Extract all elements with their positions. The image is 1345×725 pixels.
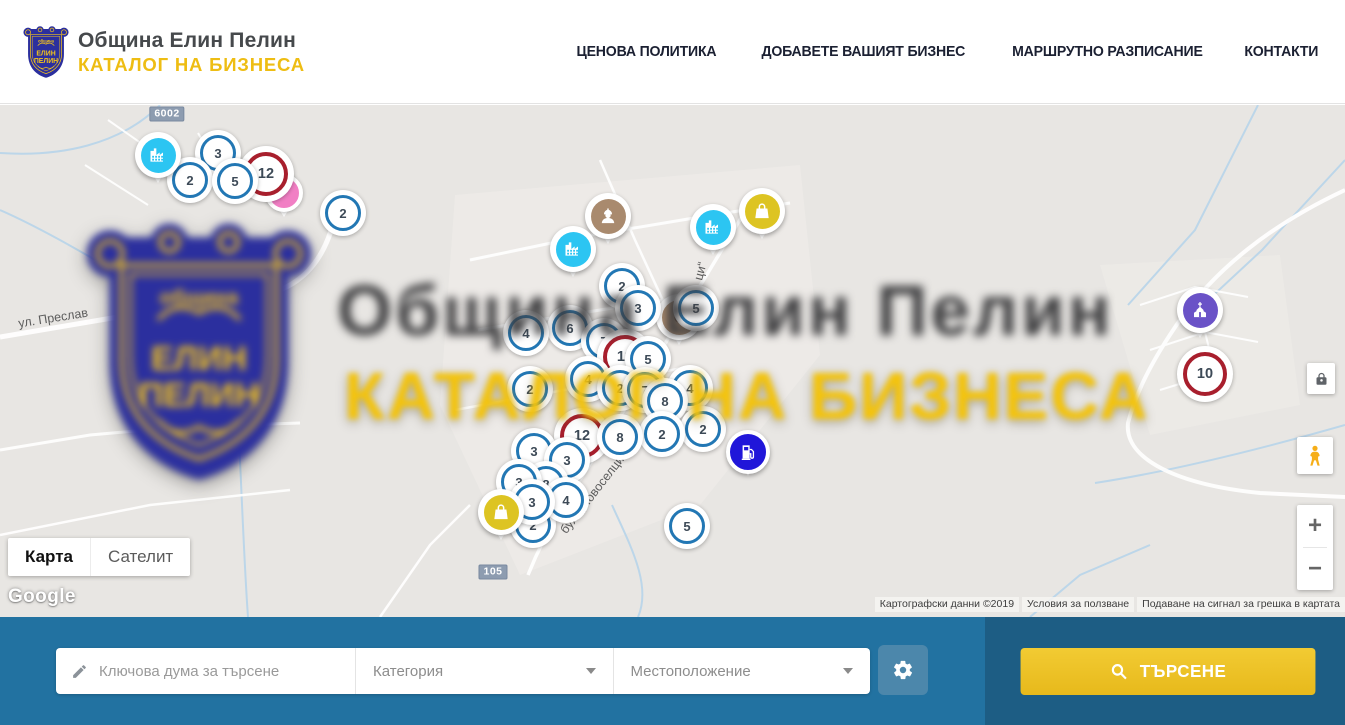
bag-pin-marker[interactable]	[478, 489, 524, 535]
keyword-field	[56, 648, 356, 694]
map-type-satellite-button[interactable]: Сателит	[90, 538, 190, 576]
pencil-icon	[71, 663, 88, 680]
cluster-marker[interactable]: 5	[212, 158, 258, 204]
svg-text:ЕЛИН: ЕЛИН	[36, 51, 55, 58]
cluster-marker[interactable]: 5	[673, 285, 719, 331]
category-select[interactable]: Категория	[356, 648, 614, 694]
zoom-out-button[interactable]: −	[1297, 548, 1333, 590]
nav-item-add-business[interactable]: ДОБАВЕТЕ ВАШИЯТ БИЗНЕС	[761, 43, 965, 60]
gear-icon	[892, 659, 914, 681]
cluster-marker[interactable]: 3	[615, 285, 661, 331]
zoom-control: + −	[1297, 505, 1333, 590]
keyword-input[interactable]	[99, 663, 340, 680]
location-select-value: Местоположение	[631, 663, 751, 680]
map-type-map-button[interactable]: Карта	[8, 538, 90, 576]
attribution-report-link[interactable]: Подаване на сигнал за грешка в картата	[1137, 597, 1345, 612]
fuel-pin-marker[interactable]	[725, 429, 771, 475]
cluster-marker[interactable]: 2	[507, 366, 553, 412]
logo-site-line: КАТАЛОГ НА БИЗНЕСА	[78, 54, 305, 75]
advanced-search-button[interactable]	[878, 645, 928, 695]
chevron-down-icon	[843, 668, 853, 674]
cluster-marker[interactable]: 10	[1177, 346, 1233, 402]
cluster-marker[interactable]: 5	[664, 503, 710, 549]
factory-pin-marker[interactable]	[550, 226, 596, 272]
search-icon	[1110, 662, 1128, 681]
bag-pin-marker[interactable]	[739, 188, 785, 234]
header: община ЕЛИН ПЕЛИН Община Елин Пелин КАТА…	[0, 0, 1345, 104]
map-type-switch: Карта Сателит	[8, 538, 190, 576]
scroll-lock-button[interactable]	[1307, 363, 1335, 394]
nav-item-schedule[interactable]: МАРШРУТНО РАЗПИСАНИЕ	[1012, 43, 1203, 60]
street-view-pegman-button[interactable]	[1297, 437, 1333, 474]
svg-text:ПЕЛИН: ПЕЛИН	[34, 58, 58, 65]
pegman-icon	[1303, 444, 1327, 468]
map-canvas[interactable]: 6002 105 ул. Преслав бул. „Новоселци“ ци…	[0, 105, 1345, 617]
svg-text:община: община	[38, 38, 55, 43]
site-logo[interactable]: община ЕЛИН ПЕЛИН Община Елин Пелин КАТА…	[23, 25, 305, 80]
search-button-label: ТЪРСЕНЕ	[1140, 661, 1227, 682]
category-select-value: Категория	[373, 663, 443, 680]
nav-item-pricing[interactable]: ЦЕНОВА ПОЛИТИКА	[577, 43, 717, 60]
search-button[interactable]: ТЪРСЕНЕ	[1021, 648, 1316, 695]
search-bar: ТЪРСЕНЕ Категория Местоположение	[0, 617, 1345, 725]
factory-pin-marker[interactable]	[690, 204, 736, 250]
logo-text: Община Елин Пелин КАТАЛОГ НА БИЗНЕСА	[78, 29, 305, 75]
factory-pin-marker[interactable]	[135, 132, 181, 178]
attribution-copyright: Картографски данни ©2019	[875, 597, 1019, 612]
cluster-marker[interactable]: 8	[597, 414, 643, 460]
attribution-terms-link[interactable]: Условия за ползване	[1022, 597, 1134, 612]
zoom-in-button[interactable]: +	[1297, 505, 1333, 547]
map-attribution: Картографски данни ©2019 Условия за полз…	[875, 597, 1345, 612]
search-fields-group: Категория Местоположение	[56, 648, 870, 694]
municipality-shield-icon: община ЕЛИН ПЕЛИН	[23, 25, 69, 80]
nav-item-contacts[interactable]: КОНТАКТИ	[1245, 43, 1319, 60]
cluster-marker[interactable]: 2	[639, 411, 685, 457]
church-pin-marker[interactable]	[1177, 287, 1223, 333]
google-logo[interactable]: Google	[8, 586, 76, 608]
main-nav: ЦЕНОВА ПОЛИТИКА ДОБАВЕТЕ ВАШИЯТ БИЗНЕС М…	[572, 0, 1321, 103]
location-select[interactable]: Местоположение	[614, 648, 871, 694]
lock-icon	[1314, 371, 1329, 386]
logo-org-line: Община Елин Пелин	[78, 29, 305, 53]
cluster-marker[interactable]: 4	[503, 310, 549, 356]
marker-layer: 123252235647135422748212283383243510	[0, 105, 1345, 617]
search-bar-right-panel: ТЪРСЕНЕ	[985, 617, 1345, 725]
page: община ЕЛИН ПЕЛИН Община Елин Пелин КАТА…	[0, 0, 1345, 725]
chevron-down-icon	[586, 668, 596, 674]
cluster-marker[interactable]: 2	[320, 190, 366, 236]
cluster-marker[interactable]: 2	[680, 406, 726, 452]
